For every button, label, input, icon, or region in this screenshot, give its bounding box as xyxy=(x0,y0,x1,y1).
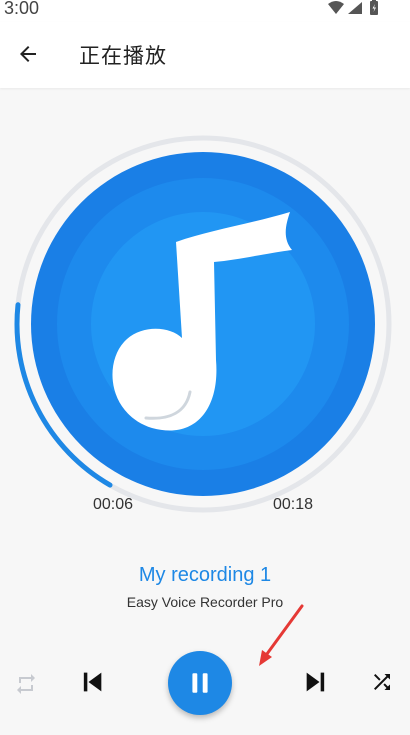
album-artwork xyxy=(14,135,392,513)
shuffle-icon xyxy=(374,674,390,690)
arrow-left-icon xyxy=(20,46,36,62)
status-bar: 3:00 xyxy=(0,0,410,22)
skip-next-icon xyxy=(306,672,325,692)
battery-icon xyxy=(370,0,378,15)
status-time: 3:00 xyxy=(4,0,40,18)
repeat-button[interactable] xyxy=(12,670,40,698)
annotation-arrow xyxy=(259,604,304,666)
track-title: My recording 1 xyxy=(138,564,272,586)
status-icons xyxy=(328,0,378,15)
total-time: 00:18 xyxy=(273,496,314,513)
pause-button[interactable] xyxy=(168,651,232,715)
previous-button[interactable] xyxy=(76,666,108,698)
elapsed-time: 00:06 xyxy=(93,496,134,513)
app-bar: 正在播放 xyxy=(0,22,410,88)
page-title: 正在播放 xyxy=(79,44,167,68)
back-button[interactable] xyxy=(10,36,46,72)
signal-icon xyxy=(348,2,362,14)
repeat-icon xyxy=(17,674,35,694)
pause-icon xyxy=(192,673,208,693)
skip-previous-icon xyxy=(83,672,102,692)
track-artist: Easy Voice Recorder Pro xyxy=(126,594,284,610)
wifi-icon xyxy=(328,1,344,14)
next-button[interactable] xyxy=(300,666,332,698)
shuffle-button[interactable] xyxy=(368,668,396,696)
now-playing-screen: 3:00 正在播放 00:06 00:18 My recording 1 Eas… xyxy=(0,0,410,735)
